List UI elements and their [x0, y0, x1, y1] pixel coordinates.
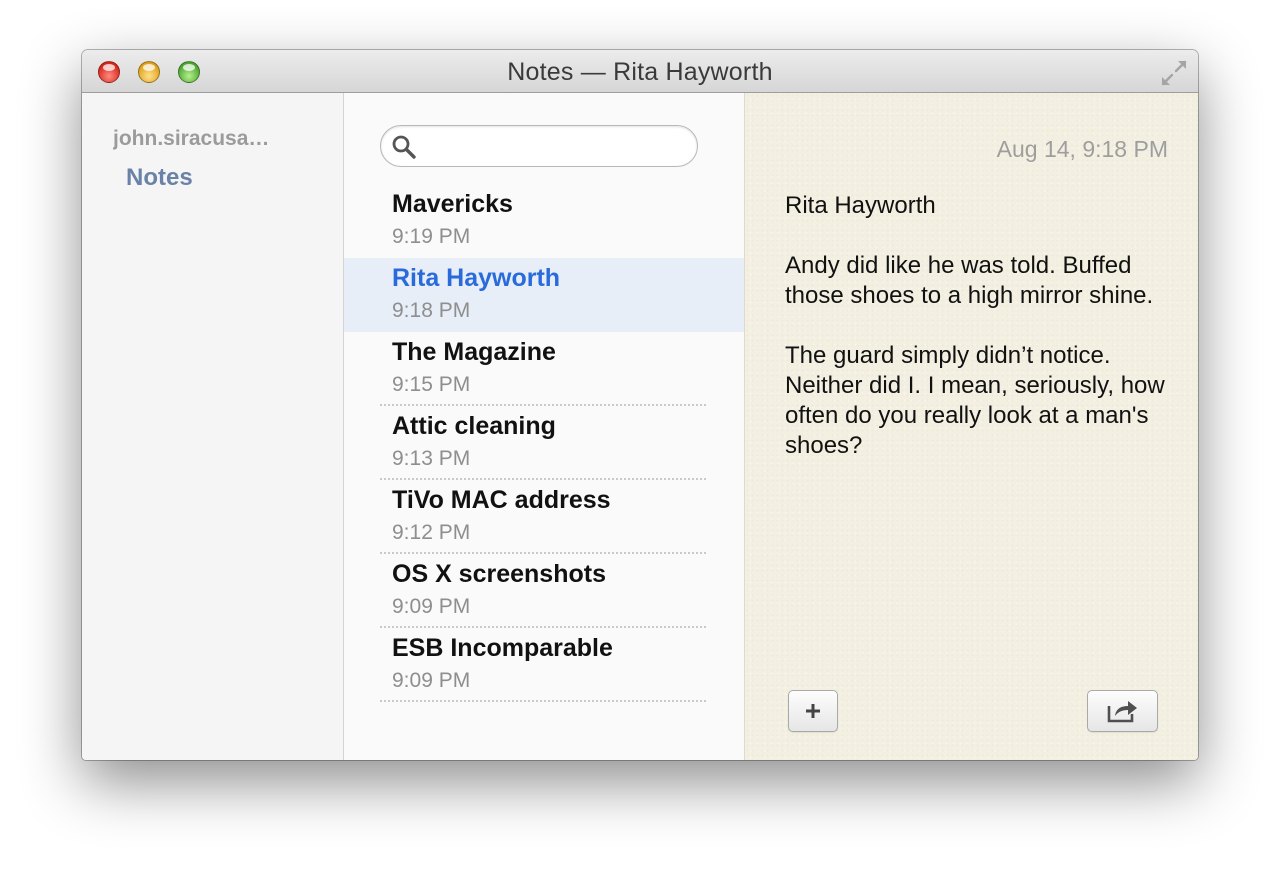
search-field[interactable]	[380, 125, 698, 167]
note-time: 9:15 PM	[392, 373, 471, 396]
note-time: 9:19 PM	[392, 225, 471, 248]
note-time: 9:12 PM	[392, 521, 471, 544]
share-button[interactable]	[1087, 690, 1158, 732]
note-paragraph: The guard simply didn’t notice. Neither …	[785, 342, 1165, 459]
sidebar: john.siracusa… Notes	[82, 93, 344, 760]
note-title: Mavericks	[392, 190, 513, 218]
note-item-the-magazine[interactable]: The Magazine 9:15 PM	[344, 332, 744, 406]
notes-list: Mavericks 9:19 PM Rita Hayworth 9:18 PM …	[344, 184, 744, 702]
plus-icon	[806, 704, 820, 718]
note-item-mavericks[interactable]: Mavericks 9:19 PM	[344, 184, 744, 258]
note-title: OS X screenshots	[392, 560, 606, 588]
title-bar[interactable]: Notes — Rita Hayworth	[82, 50, 1198, 93]
notes-list-pane: Mavericks 9:19 PM Rita Hayworth 9:18 PM …	[344, 93, 744, 760]
note-item-tivo-mac-address[interactable]: TiVo MAC address 9:12 PM	[344, 480, 744, 554]
share-icon	[1107, 701, 1137, 723]
search-icon	[392, 135, 416, 159]
note-title: TiVo MAC address	[392, 486, 611, 514]
note-title: The Magazine	[392, 338, 556, 366]
note-date: Aug 14, 9:18 PM	[996, 136, 1168, 162]
note-editor[interactable]: Aug 14, 9:18 PM Rita Hayworth Andy did l…	[744, 93, 1198, 760]
account-name[interactable]: john.siracusa…	[113, 127, 303, 151]
note-item-os-x-screenshots[interactable]: OS X screenshots 9:09 PM	[344, 554, 744, 628]
note-time: 9:09 PM	[392, 595, 471, 618]
fullscreen-icon[interactable]	[1160, 59, 1188, 87]
notes-window: Notes — Rita Hayworth john.siracusa… Not…	[82, 50, 1198, 760]
note-time: 9:09 PM	[392, 669, 471, 692]
note-item-esb-incomparable[interactable]: ESB Incomparable 9:09 PM	[344, 628, 744, 702]
note-time: 9:18 PM	[392, 299, 471, 322]
note-item-rita-hayworth[interactable]: Rita Hayworth 9:18 PM	[344, 258, 744, 332]
note-body[interactable]: Rita Hayworth Andy did like he was told.…	[785, 191, 1175, 491]
note-item-attic-cleaning[interactable]: Attic cleaning 9:13 PM	[344, 406, 744, 480]
add-note-button[interactable]	[788, 690, 838, 732]
search-input[interactable]	[423, 132, 689, 162]
note-title: ESB Incomparable	[392, 634, 613, 662]
note-paragraph: Rita Hayworth	[785, 192, 936, 219]
note-paragraph: Andy did like he was told. Buffed those …	[785, 252, 1154, 309]
folder-notes[interactable]: Notes	[126, 164, 193, 192]
note-time: 9:13 PM	[392, 447, 471, 470]
note-title: Attic cleaning	[392, 412, 556, 440]
window-title: Notes — Rita Hayworth	[507, 58, 773, 86]
note-title: Rita Hayworth	[392, 264, 561, 292]
